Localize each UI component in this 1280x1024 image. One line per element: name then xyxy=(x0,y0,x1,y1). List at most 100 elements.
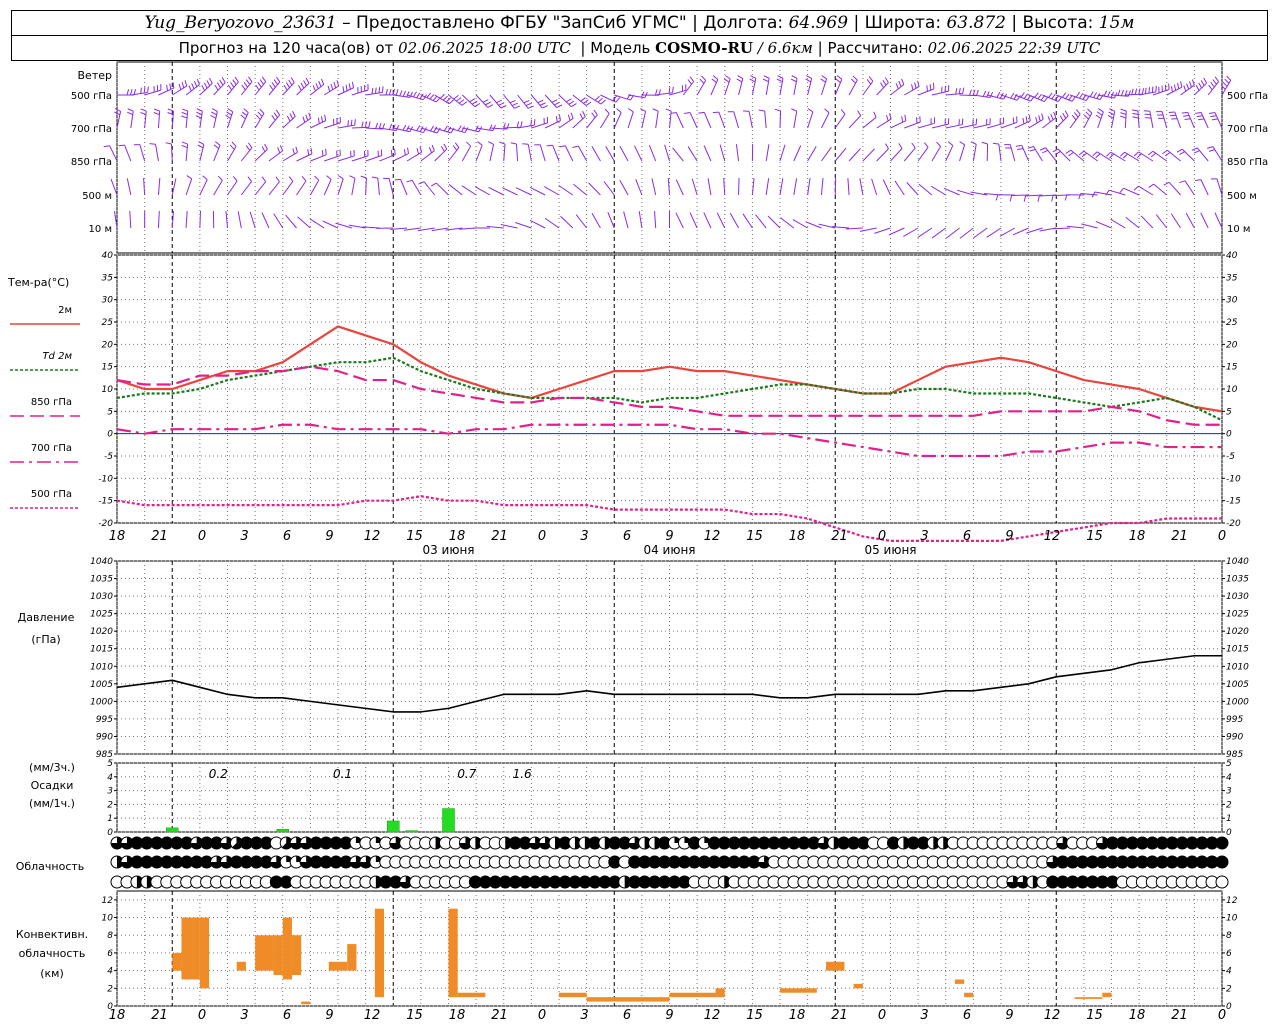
wind-barb-staff xyxy=(434,148,448,162)
wind-barb-staff xyxy=(600,94,617,103)
wind-barb-staff xyxy=(1194,82,1207,96)
temp-ytick-right: 0 xyxy=(1226,430,1232,440)
wind-barb-feather xyxy=(457,125,462,131)
wind-barb-feather xyxy=(1120,108,1127,112)
wind-barb-feather xyxy=(776,78,783,83)
wind-barb-feather xyxy=(209,77,213,84)
wind-barb-staff xyxy=(254,148,268,162)
pressure-ytick-right: 1030 xyxy=(1226,592,1249,602)
wind-level-label-right: 500 м xyxy=(1227,191,1257,202)
wind-barb-staff xyxy=(689,212,698,229)
pressure-ytick-left: 1020 xyxy=(90,627,113,637)
wind-barb-staff xyxy=(572,94,587,106)
wind-barb-feather xyxy=(615,97,621,103)
wind-barb-feather xyxy=(452,145,458,151)
wind-barb-feather xyxy=(583,99,589,104)
wind-barb-staff xyxy=(588,182,601,196)
conv-hour-label: 18 xyxy=(1129,1008,1146,1023)
wind-barb-feather xyxy=(1042,150,1048,154)
wind-barb-feather xyxy=(255,84,260,91)
temp-hour-label: 12 xyxy=(704,529,721,544)
wind-barb-feather xyxy=(1196,115,1203,118)
wind-barb-feather xyxy=(385,89,388,96)
wind-barb-staff xyxy=(848,148,861,162)
wind-barb-feather xyxy=(181,108,188,112)
wind-barb-staff xyxy=(834,79,843,96)
wind-barb-staff xyxy=(890,148,903,162)
pressure-ytick-left: 1035 xyxy=(90,575,113,585)
wind-barb-staff xyxy=(377,178,380,196)
wind-barb-staff xyxy=(199,179,208,196)
pressure-unit: (гПа) xyxy=(31,633,60,646)
wind-barb-staff xyxy=(213,82,226,96)
wind-barb-feather xyxy=(1055,151,1061,155)
wind-barb-feather xyxy=(593,109,598,116)
wind-barb-feather xyxy=(1048,92,1053,98)
wind-barb-feather xyxy=(758,109,765,112)
wind-barb-staff xyxy=(820,178,824,196)
wind-barb-feather xyxy=(206,80,211,87)
wind-barb-staff xyxy=(124,144,132,162)
wind-barb-feather xyxy=(283,84,288,91)
wind-barb-feather xyxy=(166,84,169,91)
conv-bar xyxy=(669,992,716,998)
wind-barb-feather xyxy=(836,75,843,80)
wind-barb-staff xyxy=(1174,111,1182,129)
wind-barb-staff xyxy=(185,211,188,229)
wind-barb-feather xyxy=(555,116,558,123)
wind-barb-feather xyxy=(255,114,261,120)
wind-barb-feather xyxy=(570,112,574,119)
wind-barb-staff xyxy=(1214,212,1223,229)
wind-barb-staff xyxy=(501,187,518,196)
wind-barb-feather xyxy=(140,108,147,112)
wind-barb-staff xyxy=(420,150,435,162)
conv-hour-label: 0 xyxy=(878,1008,886,1023)
wind-barb-feather xyxy=(360,175,367,179)
wind-barb-staff xyxy=(999,227,1016,237)
temp-hour-label: 21 xyxy=(151,529,168,544)
wind-barb-staff xyxy=(930,185,947,196)
wind-barb-staff xyxy=(876,148,889,162)
wind-level-label-right: 700 гПа xyxy=(1227,124,1268,135)
wind-barb-staff xyxy=(310,120,326,129)
wind-barb-staff xyxy=(792,219,808,229)
precip-total-label: 1.6 xyxy=(513,767,532,781)
wind-barb-feather xyxy=(315,83,319,90)
wind-barb-staff xyxy=(1057,148,1071,162)
temp-ytick-left: 10 xyxy=(102,385,114,395)
temp-hour-label: 15 xyxy=(406,529,423,544)
date-label: 03 июня xyxy=(422,543,474,557)
conv-bar xyxy=(199,917,210,989)
wind-barb-feather xyxy=(127,108,134,112)
wind-barb-feather xyxy=(1155,85,1157,92)
wind-barb-staff xyxy=(917,146,929,162)
wind-barb-staff xyxy=(1200,212,1209,229)
wind-barb-feather xyxy=(1138,88,1141,95)
wind-level-label-left: 850 гПа xyxy=(71,157,112,168)
wind-barb-feather xyxy=(149,143,156,145)
wind-barb-staff xyxy=(1170,213,1181,229)
wind-barb-staff xyxy=(1070,149,1085,162)
wind-barb-staff xyxy=(227,81,239,96)
wind-barb-staff xyxy=(959,227,974,239)
wind-barb-feather xyxy=(186,175,193,180)
wind-barb-feather xyxy=(1184,118,1191,121)
wind-barb-feather xyxy=(214,141,221,146)
wind-barb-feather xyxy=(510,142,517,145)
wind-barb-feather xyxy=(986,91,990,98)
conv-bar xyxy=(291,935,302,976)
wind-barb-feather xyxy=(1132,112,1139,116)
wind-barb-feather xyxy=(257,111,263,117)
wind-barb-staff xyxy=(729,212,739,229)
precip-ytick-right: 3 xyxy=(1226,787,1232,797)
wind-barb-feather xyxy=(317,117,320,124)
precip-ytick-right: 1 xyxy=(1226,814,1232,824)
temp-hour-label: 3 xyxy=(240,529,248,544)
wind-barb-feather xyxy=(440,146,445,152)
wind-barb-staff xyxy=(793,178,798,196)
wind-barb-feather xyxy=(416,148,420,155)
pressure-ytick-left: 1025 xyxy=(90,610,113,620)
wind-barb-feather xyxy=(1041,113,1044,120)
wind-barb-feather xyxy=(539,102,546,106)
wind-barb-feather xyxy=(1206,146,1214,149)
